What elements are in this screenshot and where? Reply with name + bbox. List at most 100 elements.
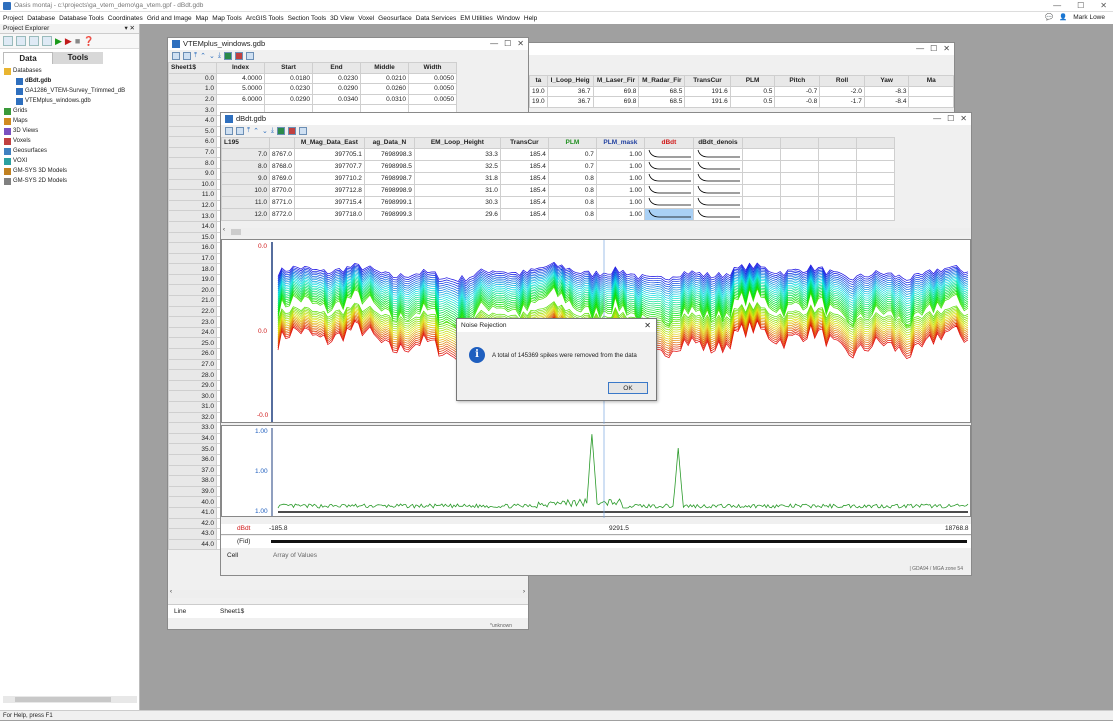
row-number[interactable]: 35.0 bbox=[168, 443, 217, 455]
table-cell[interactable]: 0.0050 bbox=[408, 72, 457, 85]
stop-icon[interactable]: ■ bbox=[75, 36, 80, 46]
column-header[interactable]: M_Laser_Fir bbox=[592, 75, 640, 87]
sheet-header[interactable]: Sheet1$ bbox=[168, 62, 217, 74]
user-icon[interactable]: 👤 bbox=[1059, 13, 1067, 21]
row-number[interactable]: 41.0 bbox=[168, 506, 217, 519]
row-number[interactable]: 3.0 bbox=[168, 104, 217, 116]
table-row[interactable]: 8.0 8768.0 397707.7 7698998.5 32.5 185.4 0.7 1.… bbox=[221, 159, 895, 173]
table-cell[interactable]: 8772.0 bbox=[269, 207, 295, 221]
table-cell[interactable]: 7698998.5 bbox=[363, 159, 415, 173]
row-number[interactable]: 15.0 bbox=[168, 231, 217, 244]
tree-item[interactable]: dBdt.gdb bbox=[4, 76, 139, 86]
table-cell[interactable]: 7698999.1 bbox=[363, 195, 415, 209]
table-cell[interactable]: 1.00 bbox=[595, 147, 645, 161]
down-icon[interactable]: ⌄ bbox=[209, 52, 215, 60]
row-number[interactable]: 27.0 bbox=[168, 358, 217, 371]
table-row[interactable]: 7.0 8767.0 397705.1 7698998.3 33.3 185.4 0.7 1.… bbox=[221, 147, 895, 161]
table-cell[interactable]: 0.0230 bbox=[264, 83, 313, 95]
row-number[interactable]: 8.0 bbox=[168, 157, 217, 169]
row-number[interactable]: 23.0 bbox=[168, 316, 217, 328]
line-header[interactable]: L195 bbox=[221, 137, 270, 149]
table-cell[interactable]: 191.6 bbox=[684, 96, 731, 108]
row-number[interactable]: 5.0 bbox=[168, 125, 217, 138]
fid-range-bar[interactable] bbox=[271, 540, 967, 543]
table-cell[interactable]: 33.3 bbox=[413, 147, 501, 161]
new-icon[interactable] bbox=[3, 36, 13, 46]
table-cell[interactable]: 185.4 bbox=[499, 207, 549, 221]
table-cell[interactable]: 0.8 bbox=[547, 171, 597, 185]
column-header[interactable]: dBdt bbox=[643, 137, 694, 149]
user-name[interactable]: Mark Lowe bbox=[1073, 14, 1105, 21]
close-icon[interactable]: ✕ bbox=[943, 43, 950, 55]
array-cell[interactable] bbox=[643, 207, 694, 221]
row-number[interactable]: 7.0 bbox=[168, 146, 217, 159]
table-cell[interactable]: 69.8 bbox=[592, 85, 640, 98]
table-cell[interactable]: 1.00 bbox=[595, 183, 645, 197]
edit-icon[interactable] bbox=[236, 127, 244, 135]
menu-3d-view[interactable]: 3D View bbox=[330, 15, 358, 22]
table-cell[interactable]: 31.0 bbox=[413, 183, 501, 197]
table-row[interactable]: 12.0 8772.0 397718.0 7698999.3 29.6 185.4 0.8 1… bbox=[221, 207, 895, 221]
table-cell[interactable] bbox=[855, 147, 895, 161]
table-row[interactable]: 1.0 5.0000 0.0230 0.0290 0.0260 0.0050 bbox=[168, 83, 457, 95]
table-cell[interactable]: 8768.0 bbox=[269, 159, 295, 173]
table-cell[interactable]: 8770.0 bbox=[269, 183, 295, 197]
table-icon[interactable] bbox=[276, 127, 285, 135]
table-cell[interactable] bbox=[908, 96, 954, 108]
close-icon[interactable]: ✕ bbox=[517, 38, 524, 50]
table-cell[interactable]: 397710.2 bbox=[293, 171, 365, 185]
run-all-icon[interactable]: ▶ bbox=[65, 36, 72, 47]
maximize-icon[interactable]: ☐ bbox=[947, 113, 954, 125]
first-icon[interactable]: ⤒ bbox=[247, 127, 250, 135]
column-header[interactable]: Roll bbox=[819, 75, 865, 87]
table-cell[interactable]: -8.3 bbox=[863, 85, 910, 98]
column-header[interactable]: End bbox=[312, 62, 361, 74]
up-icon[interactable]: ⌃ bbox=[253, 127, 259, 135]
tree-item[interactable]: VOXI bbox=[4, 156, 139, 166]
table-row[interactable]: 11.0 8771.0 397715.4 7698999.1 30.3 185.4 0.8 1… bbox=[221, 195, 895, 209]
menu-section-tools[interactable]: Section Tools bbox=[288, 15, 331, 22]
column-header[interactable]: Yaw bbox=[863, 75, 910, 87]
run-icon[interactable]: ▶ bbox=[55, 36, 62, 47]
table-cell[interactable]: 8771.0 bbox=[269, 195, 295, 209]
column-header[interactable]: TransCur bbox=[684, 75, 731, 87]
last-icon[interactable]: ⤓ bbox=[218, 52, 221, 60]
table-cell[interactable] bbox=[779, 195, 819, 209]
row-number[interactable]: 10.0 bbox=[168, 178, 217, 191]
row-number[interactable]: 33.0 bbox=[168, 422, 217, 434]
menu-map[interactable]: Map bbox=[196, 15, 213, 22]
column-header[interactable]: I_Loop_Heig bbox=[546, 75, 594, 87]
chart-icon[interactable] bbox=[234, 52, 243, 60]
table-cell[interactable] bbox=[817, 183, 857, 197]
first-icon[interactable]: ⤒ bbox=[194, 52, 197, 60]
row-number[interactable]: 29.0 bbox=[168, 379, 217, 392]
menu-database-tools[interactable]: Database Tools bbox=[59, 15, 108, 22]
table-cell[interactable]: 5.0000 bbox=[216, 83, 265, 95]
table-cell[interactable]: 185.4 bbox=[499, 183, 549, 197]
table-cell[interactable]: 68.5 bbox=[638, 96, 686, 108]
table-cell[interactable]: 7698998.3 bbox=[363, 147, 415, 161]
row-number[interactable]: 11.0 bbox=[221, 195, 270, 209]
table-cell[interactable]: 7698998.7 bbox=[363, 171, 415, 185]
profile-icon[interactable] bbox=[298, 127, 307, 135]
table-cell[interactable]: 8767.0 bbox=[269, 147, 295, 161]
table-cell[interactable]: 0.5 bbox=[729, 85, 776, 98]
table-cell[interactable]: 397718.0 bbox=[293, 207, 365, 221]
tree-item[interactable]: Geosurfaces bbox=[4, 146, 139, 156]
table-cell[interactable] bbox=[779, 183, 819, 197]
menu-voxel[interactable]: Voxel bbox=[358, 15, 378, 22]
array-cell[interactable] bbox=[643, 171, 694, 185]
tree-item[interactable]: Maps bbox=[4, 116, 139, 126]
maximize-button[interactable]: ☐ bbox=[1077, 1, 1084, 10]
table-cell[interactable] bbox=[741, 195, 781, 209]
column-header[interactable]: PLM bbox=[729, 75, 776, 87]
table-cell[interactable]: 0.0310 bbox=[360, 93, 409, 106]
table-row[interactable]: 2.0 6.0000 0.0290 0.0340 0.0310 0.0050 bbox=[168, 93, 457, 106]
table-cell[interactable]: 0.5 bbox=[729, 96, 776, 108]
table-row[interactable]: 0.0 4.0000 0.0180 0.0230 0.0210 0.0050 bbox=[168, 72, 457, 85]
line-value[interactable]: Sheet1$ bbox=[220, 608, 244, 615]
table-cell[interactable]: 0.0050 bbox=[408, 83, 457, 95]
tree-item[interactable]: Grids bbox=[4, 106, 139, 116]
array-cell[interactable] bbox=[643, 183, 694, 197]
table-cell[interactable]: 0.0290 bbox=[312, 83, 361, 95]
